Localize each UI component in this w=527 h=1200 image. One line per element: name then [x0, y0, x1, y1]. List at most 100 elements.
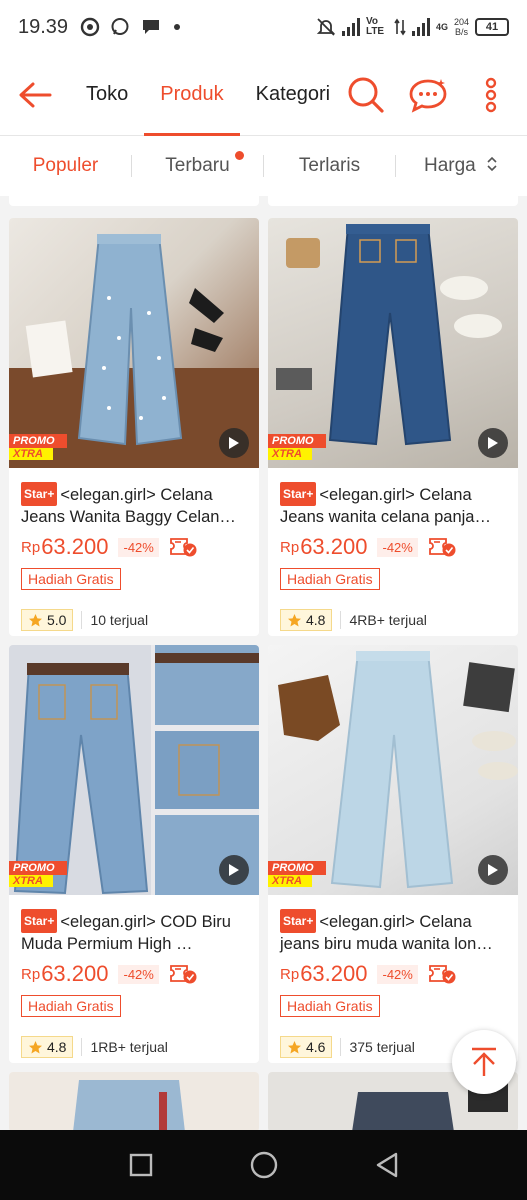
- status-right: Vo LTE 4G 204 B/s 41: [316, 17, 509, 37]
- discount-badge: -42%: [118, 964, 159, 984]
- more-button[interactable]: [476, 54, 506, 136]
- price-row: Rp 63.200 -42%: [268, 953, 518, 987]
- rating-divider: [81, 611, 83, 629]
- play-icon: [488, 864, 498, 876]
- play-video-button[interactable]: [478, 855, 508, 885]
- jeans-image: [9, 645, 259, 895]
- sort-terbaru[interactable]: Terbaru: [132, 151, 263, 177]
- sort-updown-icon: [487, 156, 497, 172]
- rating-badge: 4.8: [280, 609, 333, 631]
- discount-badge: -42%: [118, 537, 159, 557]
- product-card[interactable]: PROMO XTRA Star+ <elegan.girl> Celana Jea…: [268, 218, 518, 636]
- play-icon: [229, 864, 239, 876]
- play-icon: [229, 437, 239, 449]
- price-currency: Rp: [280, 538, 300, 556]
- star-icon: [29, 1040, 42, 1053]
- price-currency: Rp: [280, 965, 300, 983]
- star-plus-badge: Star+: [280, 482, 317, 506]
- price-value: 63.200: [300, 961, 368, 986]
- jeans-image: [276, 224, 502, 446]
- gift-label: Hadiah Gratis: [280, 995, 380, 1017]
- cod-icon: [428, 536, 456, 558]
- scroll-to-top-button[interactable]: [452, 1030, 516, 1094]
- previous-row-peek: [0, 196, 527, 208]
- data-arrows-icon: [394, 18, 406, 36]
- status-bar: 19.39 Vo LTE 4G 204 B/s 41: [0, 0, 527, 54]
- back-arrow-icon: [19, 82, 52, 107]
- star-plus-badge: Star+: [21, 482, 58, 506]
- product-card[interactable]: PROMO XTRA Star+ <elegan.girl> COD Biru M…: [9, 645, 259, 1063]
- shopee-notif-icon: [80, 17, 100, 37]
- play-video-button[interactable]: [219, 855, 249, 885]
- star-plus-badge: Star+: [280, 909, 317, 933]
- network-type: Vo LTE: [365, 16, 385, 37]
- network-gen: 4G: [435, 22, 448, 32]
- price-row: Rp 63.200 -42%: [268, 526, 518, 560]
- sold-count: 4RB+ terjual: [349, 612, 427, 628]
- price-row: Rp 63.200 -42%: [9, 526, 259, 560]
- promo-xtra-badge: PROMO XTRA: [9, 861, 69, 891]
- new-dot-badge: [235, 151, 244, 160]
- scroll-top-icon: [472, 1047, 496, 1076]
- chat-button[interactable]: [406, 54, 450, 136]
- play-icon: [488, 437, 498, 449]
- gift-label: Hadiah Gratis: [21, 995, 121, 1017]
- mute-icon: [316, 18, 336, 36]
- sort-populer[interactable]: Populer: [0, 155, 131, 177]
- back-nav-icon[interactable]: [374, 1151, 400, 1179]
- sort-terlaris[interactable]: Terlaris: [264, 155, 395, 177]
- product-image[interactable]: PROMO XTRA: [268, 218, 518, 468]
- data-rate: 204 B/s: [453, 17, 469, 37]
- chat-bubble-icon: [143, 20, 160, 34]
- sort-harga[interactable]: Harga: [396, 155, 527, 177]
- tab-toko[interactable]: Toko: [70, 54, 144, 136]
- sort-bar: Populer Terbaru Terlaris Harga: [0, 136, 527, 196]
- more-vertical-icon: [485, 77, 497, 113]
- promo-xtra-badge: PROMO XTRA: [9, 434, 69, 464]
- sold-count: 375 terjual: [349, 1039, 415, 1055]
- signal-icon-1: [341, 18, 360, 36]
- rating-badge: 5.0: [21, 609, 74, 631]
- play-video-button[interactable]: [478, 428, 508, 458]
- search-button[interactable]: [344, 54, 388, 136]
- back-button[interactable]: [0, 54, 70, 136]
- product-title: Star+ <elegan.girl> COD Biru Muda Permium…: [9, 895, 259, 953]
- product-card[interactable]: PROMO XTRA Star+ <elegan.girl> Celana Jea…: [9, 218, 259, 636]
- price-value: 63.200: [300, 534, 368, 559]
- battery-icon: 41: [475, 18, 509, 36]
- recent-apps-icon[interactable]: [128, 1152, 154, 1178]
- cod-icon: [169, 536, 197, 558]
- rating-divider: [340, 1038, 342, 1056]
- jeans-image: [278, 651, 518, 889]
- chat-icon: [409, 79, 447, 113]
- rating-badge: 4.8: [21, 1036, 74, 1058]
- rating-divider: [81, 1038, 83, 1056]
- price-currency: Rp: [21, 538, 41, 556]
- tab-produk[interactable]: Produk: [144, 54, 241, 136]
- gift-label: Hadiah Gratis: [280, 568, 380, 590]
- product-card-partial[interactable]: [9, 1072, 259, 1130]
- product-card[interactable]: PROMO XTRA Star+ <elegan.girl> Celana jea…: [268, 645, 518, 1063]
- rating-badge: 4.6: [280, 1036, 333, 1058]
- product-grid: PROMO XTRA Star+ <elegan.girl> Celana Jea…: [0, 196, 527, 1130]
- status-time: 19.39: [18, 15, 69, 38]
- star-plus-badge: Star+: [21, 909, 58, 933]
- product-title: Star+ <elegan.girl> Celana Jeans Wanita B…: [9, 468, 259, 526]
- product-image[interactable]: PROMO XTRA: [268, 645, 518, 895]
- cod-icon: [169, 963, 197, 985]
- discount-badge: -42%: [377, 964, 418, 984]
- price-row: Rp 63.200 -42%: [9, 953, 259, 987]
- play-video-button[interactable]: [219, 428, 249, 458]
- product-image[interactable]: PROMO XTRA: [9, 218, 259, 468]
- price-value: 63.200: [41, 961, 109, 986]
- price-currency: Rp: [21, 965, 41, 983]
- tab-kategori[interactable]: Kategori: [240, 54, 347, 136]
- star-icon: [29, 613, 42, 626]
- status-notification-icons: [80, 17, 182, 37]
- search-icon: [348, 77, 384, 113]
- promo-xtra-badge: PROMO XTRA: [268, 861, 328, 891]
- product-image[interactable]: PROMO XTRA: [9, 645, 259, 895]
- dot-icon: [174, 24, 181, 30]
- home-icon[interactable]: [249, 1150, 279, 1180]
- cod-icon: [428, 963, 456, 985]
